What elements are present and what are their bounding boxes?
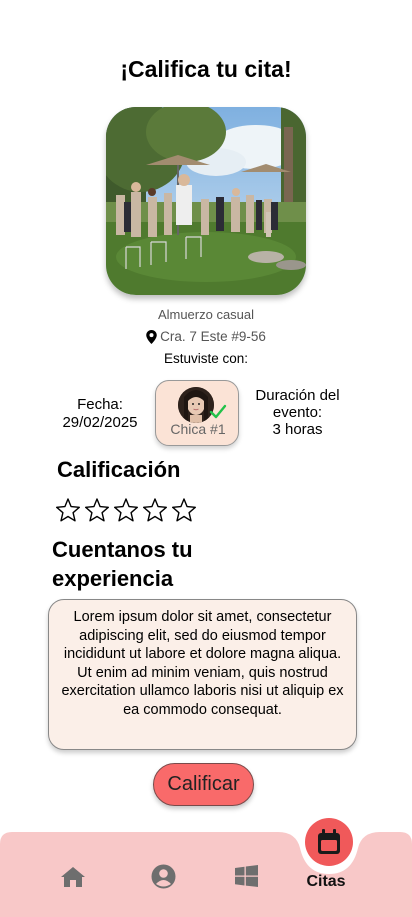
nav-windows[interactable] xyxy=(235,865,258,887)
star-icon[interactable] xyxy=(84,497,110,523)
duration-label-line2: evento: xyxy=(272,404,323,421)
nav-home[interactable] xyxy=(60,866,86,888)
home-icon xyxy=(61,867,85,887)
duration-label-line1: Duración del xyxy=(255,387,340,404)
date-label: Fecha: xyxy=(77,396,123,413)
submit-rating-button[interactable]: Calificar xyxy=(153,763,254,806)
event-photo xyxy=(106,107,306,295)
event-name: Almuerzo casual xyxy=(157,307,255,322)
event-location-text: Cra. 7 Este #9-56 xyxy=(160,329,266,344)
rating-title: Calificación xyxy=(57,457,181,482)
nav-citas[interactable] xyxy=(305,818,353,866)
star-icon[interactable] xyxy=(113,497,139,523)
with-label: Estuviste con: xyxy=(163,351,249,366)
check-icon xyxy=(209,404,227,419)
star-icon[interactable] xyxy=(55,497,81,523)
event-location: Cra. 7 Este #9-56 xyxy=(0,329,412,344)
windows-icon xyxy=(235,865,258,887)
bottom-nav: Citas xyxy=(0,818,412,917)
date-block: Fecha: 29/02/2025 xyxy=(50,396,150,432)
star-icon[interactable] xyxy=(142,497,168,523)
calendar-icon xyxy=(318,829,340,854)
review-textarea[interactable]: Lorem ipsum dolor sit amet, consectetur … xyxy=(48,599,357,750)
page-title: ¡Califica tu cita! xyxy=(120,56,292,82)
star-icon[interactable] xyxy=(171,497,197,523)
nav-profile[interactable] xyxy=(151,864,176,889)
partner-card[interactable]: Chica #1 xyxy=(155,380,239,446)
star-rating xyxy=(55,497,197,523)
experience-title: Cuentanos tu experiencia xyxy=(52,537,193,591)
location-pin-icon xyxy=(146,329,157,344)
duration-block: Duración del evento: 3 horas xyxy=(245,387,350,438)
date-value: 29/02/2025 xyxy=(62,414,138,431)
nav-citas-label[interactable]: Citas xyxy=(286,873,366,891)
duration-value: 3 horas xyxy=(272,421,323,438)
profile-icon xyxy=(151,864,176,889)
partner-label: Chica #1 xyxy=(170,421,226,437)
